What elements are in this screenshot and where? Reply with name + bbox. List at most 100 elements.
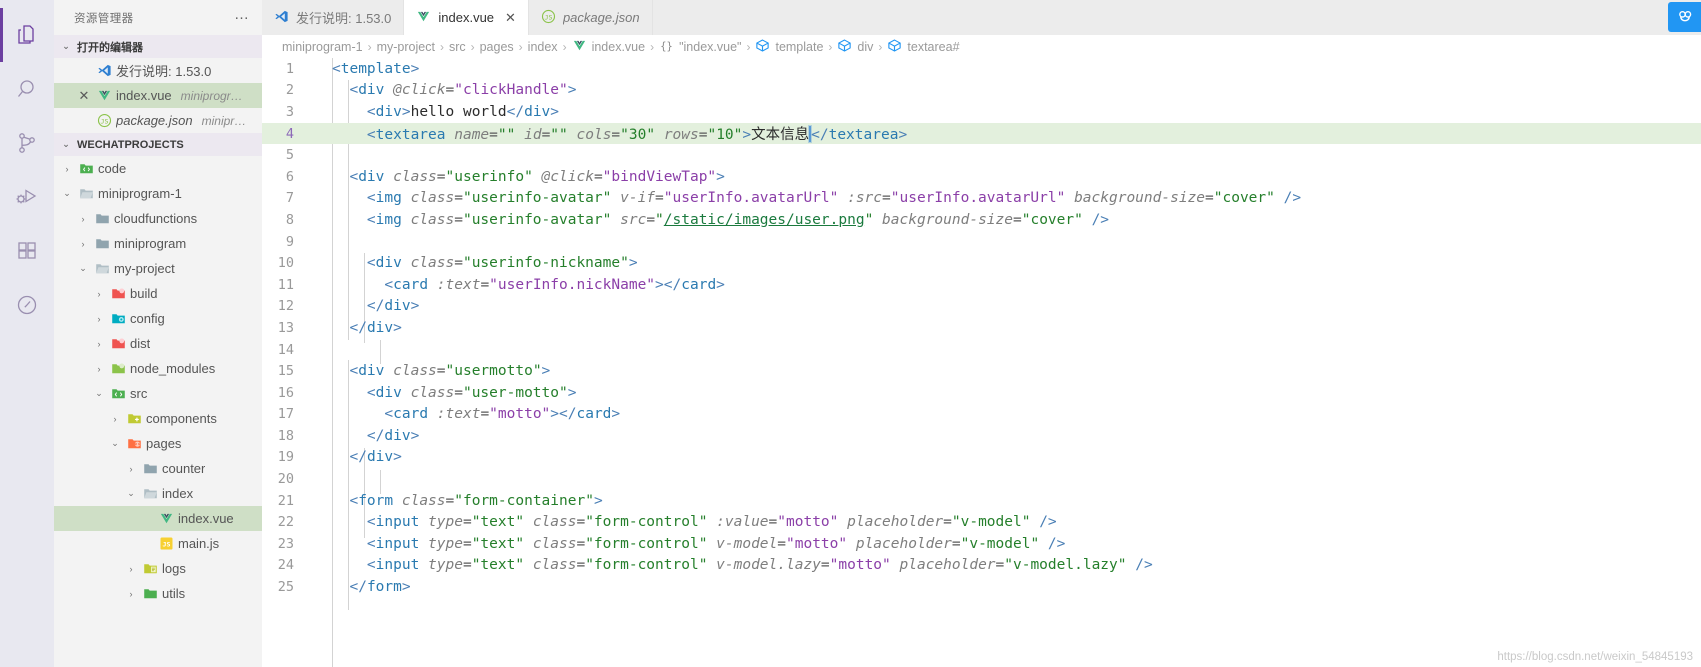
chevron-down-icon[interactable]: ⌄ bbox=[124, 488, 138, 499]
symbol-icon-icon bbox=[755, 38, 771, 56]
tree-item-utils[interactable]: › utils bbox=[54, 581, 262, 606]
code-line[interactable]: 1 <template> bbox=[262, 58, 1701, 80]
code-line[interactable]: 8 <img class="userinfo-avatar" src="/sta… bbox=[262, 209, 1701, 231]
chevron-down-icon[interactable]: ⌄ bbox=[60, 188, 74, 199]
breadcrumb-item[interactable]: template bbox=[755, 38, 823, 56]
code-line[interactable]: 10 <div class="userinfo-nickname"> bbox=[262, 252, 1701, 274]
tree-item-node-modules[interactable]: › node_modules bbox=[54, 356, 262, 381]
tree-item-build[interactable]: › build bbox=[54, 281, 262, 306]
chevron-down-icon[interactable]: ⌄ bbox=[76, 263, 90, 274]
code-line[interactable]: 13 </div> bbox=[262, 317, 1701, 339]
code-line[interactable]: 7 <img class="userinfo-avatar" v-if="use… bbox=[262, 188, 1701, 210]
breadcrumb-item[interactable]: my-project bbox=[377, 40, 435, 54]
code-line[interactable]: 2 <div @click="clickHandle"> bbox=[262, 80, 1701, 102]
chevron-right-icon[interactable]: › bbox=[124, 464, 138, 474]
breadcrumb-label: template bbox=[775, 39, 824, 54]
tree-item-code[interactable]: › code bbox=[54, 156, 262, 181]
close-icon[interactable]: ✕ bbox=[505, 10, 516, 26]
code-line[interactable]: 25 </form> bbox=[262, 576, 1701, 598]
section-wechatprojects[interactable]: ⌄ WECHATPROJECTS bbox=[54, 133, 262, 156]
activity-source-control[interactable] bbox=[0, 116, 54, 170]
breadcrumb-item[interactable]: {} "index.vue" bbox=[659, 38, 741, 56]
code-line[interactable]: 14 bbox=[262, 339, 1701, 361]
chevron-right-icon[interactable]: › bbox=[124, 589, 138, 599]
code-line[interactable]: 18 </div> bbox=[262, 425, 1701, 447]
chevron-right-icon[interactable]: › bbox=[92, 339, 106, 349]
section-open-editors[interactable]: ⌄ 打开的编辑器 bbox=[54, 35, 262, 58]
activity-extensions[interactable] bbox=[0, 224, 54, 278]
code-line[interactable]: 9 bbox=[262, 231, 1701, 253]
breadcrumb-label: textarea# bbox=[907, 39, 960, 54]
tab-index.vue[interactable]: index.vue ✕ bbox=[404, 0, 529, 35]
chevron-right-icon[interactable]: › bbox=[76, 239, 90, 249]
tree-item-counter[interactable]: › counter bbox=[54, 456, 262, 481]
chevron-right-icon[interactable]: › bbox=[92, 289, 106, 299]
tree-item-dist[interactable]: › dist bbox=[54, 331, 262, 356]
code-line[interactable]: 23 <input type="text" class="form-contro… bbox=[262, 533, 1701, 555]
tree-item-main-js[interactable]: JS main.js bbox=[54, 531, 262, 556]
code-line[interactable]: 5 bbox=[262, 144, 1701, 166]
tree-item-src[interactable]: ⌄ src bbox=[54, 381, 262, 406]
activity-search[interactable] bbox=[0, 62, 54, 116]
tree-item-cloudfunctions[interactable]: › cloudfunctions bbox=[54, 206, 262, 231]
sidebar-more-actions[interactable]: … bbox=[234, 7, 250, 25]
code-line[interactable]: 15 <div class="usermotto"> bbox=[262, 360, 1701, 382]
code-line[interactable]: 21 <form class="form-container"> bbox=[262, 490, 1701, 512]
chevron-right-icon[interactable]: › bbox=[92, 364, 106, 374]
open-editor-item[interactable]: ✕ index.vue miniprogr… bbox=[54, 83, 262, 108]
code-line[interactable]: 6 <div class="userinfo" @click="bindView… bbox=[262, 166, 1701, 188]
tab-package.json[interactable]: JS package.json bbox=[528, 0, 653, 35]
chevron-down-icon[interactable]: ⌄ bbox=[108, 438, 122, 449]
code-line[interactable]: 22 <input type="text" class="form-contro… bbox=[262, 511, 1701, 533]
breadcrumb-item[interactable]: pages bbox=[480, 40, 514, 54]
activity-clock[interactable] bbox=[0, 278, 54, 332]
chevron-right-icon[interactable]: › bbox=[124, 564, 138, 574]
cloud-badge-button[interactable] bbox=[1668, 2, 1701, 32]
code-line[interactable]: 4 <textarea name="" id="" cols="30" rows… bbox=[262, 122, 1701, 145]
breadcrumb-item[interactable]: textarea# bbox=[887, 38, 960, 56]
chevron-right-icon[interactable]: › bbox=[76, 214, 90, 224]
activity-run-debug[interactable] bbox=[0, 170, 54, 224]
code-line[interactable]: 3 <div>hello world</div> bbox=[262, 101, 1701, 123]
breadcrumb-item[interactable]: index bbox=[528, 40, 558, 54]
code-editor[interactable]: 1 <template> 2 <div @click="clickHandle"> 3… bbox=[262, 58, 1701, 667]
tree-item-index-vue[interactable]: index.vue bbox=[54, 506, 262, 531]
close-icon[interactable]: ✕ bbox=[76, 88, 92, 104]
chevron-right-icon[interactable]: › bbox=[92, 314, 106, 324]
breadcrumb-item[interactable]: index.vue bbox=[572, 38, 645, 56]
vscode-window: 资源管理器 … ⌄ 打开的编辑器 发行说明: 1.53.0 ✕ index.vue m… bbox=[0, 0, 1701, 667]
breadcrumb-item[interactable]: div bbox=[837, 38, 873, 56]
tree-item-components[interactable]: › components bbox=[54, 406, 262, 431]
breadcrumb-separator: › bbox=[562, 39, 567, 54]
tree-item-index[interactable]: ⌄ index bbox=[54, 481, 262, 506]
chevron-right-icon[interactable]: › bbox=[60, 164, 74, 174]
tab-bar-empty-space bbox=[652, 0, 1701, 35]
tree-item-miniprogram-1[interactable]: ⌄ miniprogram-1 bbox=[54, 181, 262, 206]
tree-item-config[interactable]: › config bbox=[54, 306, 262, 331]
tree-item-pages[interactable]: ⌄ pages bbox=[54, 431, 262, 456]
open-editor-item[interactable]: 发行说明: 1.53.0 bbox=[54, 58, 262, 83]
code-line[interactable]: 12 </div> bbox=[262, 296, 1701, 318]
open-editor-item[interactable]: JS package.json minipr… bbox=[54, 108, 262, 133]
tree-item-miniprogram[interactable]: › miniprogram bbox=[54, 231, 262, 256]
sidebar-header: 资源管理器 … bbox=[54, 0, 262, 35]
code-line[interactable]: 17 <card :text="motto"></card> bbox=[262, 404, 1701, 426]
code-line[interactable]: 11 <card :text="userInfo.nickName"></car… bbox=[262, 274, 1701, 296]
tree-item-my-project[interactable]: ⌄ my-project bbox=[54, 256, 262, 281]
tab--1.53.0[interactable]: 发行说明: 1.53.0 bbox=[262, 0, 405, 35]
code-line[interactable]: 24 <input type="text" class="form-contro… bbox=[262, 555, 1701, 577]
breadcrumb-item[interactable]: miniprogram-1 bbox=[282, 40, 363, 54]
breadcrumb-item[interactable]: src bbox=[449, 40, 466, 54]
tree-item-logs[interactable]: › logs bbox=[54, 556, 262, 581]
code-text: <input type="text" class="form-control" … bbox=[366, 557, 1153, 574]
files-icon bbox=[15, 23, 39, 47]
sidebar-title: 资源管理器 bbox=[74, 12, 134, 25]
code-line[interactable]: 20 bbox=[262, 468, 1701, 490]
activity-explorer[interactable] bbox=[0, 8, 54, 62]
chevron-right-icon[interactable]: › bbox=[108, 414, 122, 424]
chevron-down-icon[interactable]: ⌄ bbox=[92, 388, 106, 399]
code-line[interactable]: 19 </div> bbox=[262, 447, 1701, 469]
vscode-icon-icon bbox=[96, 63, 112, 79]
code-line[interactable]: 16 <div class="user-motto"> bbox=[262, 382, 1701, 404]
line-number: 14 bbox=[277, 341, 294, 358]
